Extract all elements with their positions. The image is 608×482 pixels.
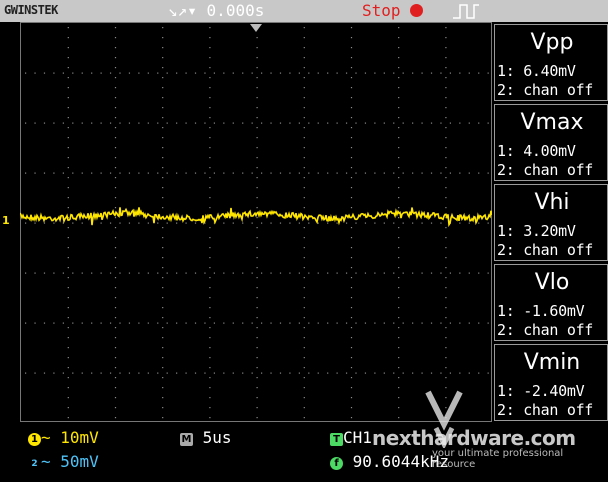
time-offset: 0.000s xyxy=(206,1,265,20)
measurement-title: Vmax xyxy=(520,110,584,135)
measurement-ch1-value: 1: 6.40mV xyxy=(497,62,576,80)
measurement-ch1-value: 1: 4.00mV xyxy=(497,142,576,160)
trigger-position[interactable]: ↘↗▾ 0.000s xyxy=(168,1,264,20)
measurement-vmin[interactable]: Vmin 1: -2.40mV 2: chan off xyxy=(494,344,608,421)
ch1-ground-marker[interactable]: 1 xyxy=(2,214,10,227)
timebase[interactable]: M 5us xyxy=(180,428,232,447)
trigger-source[interactable]: T CH1 xyxy=(330,428,372,447)
measurement-ch2-value: 2: chan off xyxy=(497,81,594,99)
measurement-title: Vpp xyxy=(530,30,574,55)
brand-logo: GWINSTEK xyxy=(4,3,58,17)
measurement-ch2-value: 2: chan off xyxy=(497,321,594,339)
trigger-badge-icon: T xyxy=(330,433,343,446)
ch2-scale[interactable]: 2 ~ 50mV xyxy=(28,452,99,471)
ch1-scale[interactable]: 1 ~ 10mV xyxy=(28,428,99,447)
ch2-badge-icon: 2 xyxy=(28,458,41,471)
measurement-ch2-value: 2: chan off xyxy=(497,401,594,419)
timebase-badge-icon: M xyxy=(180,433,193,446)
run-state-label[interactable]: Stop xyxy=(362,1,401,20)
status-bar: GWINSTEK ↘↗▾ 0.000s Stop xyxy=(0,0,608,22)
measurement-ch1-value: 1: 3.20mV xyxy=(497,222,576,240)
measurement-title: Vlo xyxy=(534,270,570,295)
ch1-badge-icon: 1 xyxy=(28,433,41,446)
measurement-ch1-value: 1: -1.60mV xyxy=(497,302,585,320)
measurement-panel: Vpp 1: 6.40mV 2: chan off Vmax 1: 4.00mV 2: c… xyxy=(494,22,608,424)
measurement-vhi[interactable]: Vhi 1: 3.20mV 2: chan off xyxy=(494,184,608,261)
measurement-ch2-value: 2: chan off xyxy=(497,241,594,259)
measurement-vpp[interactable]: Vpp 1: 6.40mV 2: chan off xyxy=(494,24,608,101)
rising-edge-icon xyxy=(453,4,479,19)
stop-indicator-icon xyxy=(410,4,423,17)
frequency-badge-icon: f xyxy=(330,457,343,470)
bottom-status-bar: 1 ~ 10mV 2 ~ 50mV M 5us T CH1 f 90.6044kHz … xyxy=(0,390,608,482)
watermark-tagline: your ultimate professional resource xyxy=(432,448,564,470)
ch1-waveform xyxy=(20,207,492,228)
measurement-ch1-value: 1: -2.40mV xyxy=(497,382,585,400)
measurement-vlo[interactable]: Vlo 1: -1.60mV 2: chan off xyxy=(494,264,608,341)
measurement-vmax[interactable]: Vmax 1: 4.00mV 2: chan off xyxy=(494,104,608,181)
oscilloscope-screen: GWINSTEK ↘↗▾ 0.000s Stop 1 Vpp 1: 6.40mV 2… xyxy=(0,0,608,482)
measurement-title: Vhi xyxy=(534,190,570,215)
watermark-site: nexthardware.com xyxy=(372,426,576,450)
trigger-arrows-icon: ↘↗▾ xyxy=(168,1,197,20)
measurement-title: Vmin xyxy=(523,350,581,375)
measurement-ch2-value: 2: chan off xyxy=(497,161,594,179)
